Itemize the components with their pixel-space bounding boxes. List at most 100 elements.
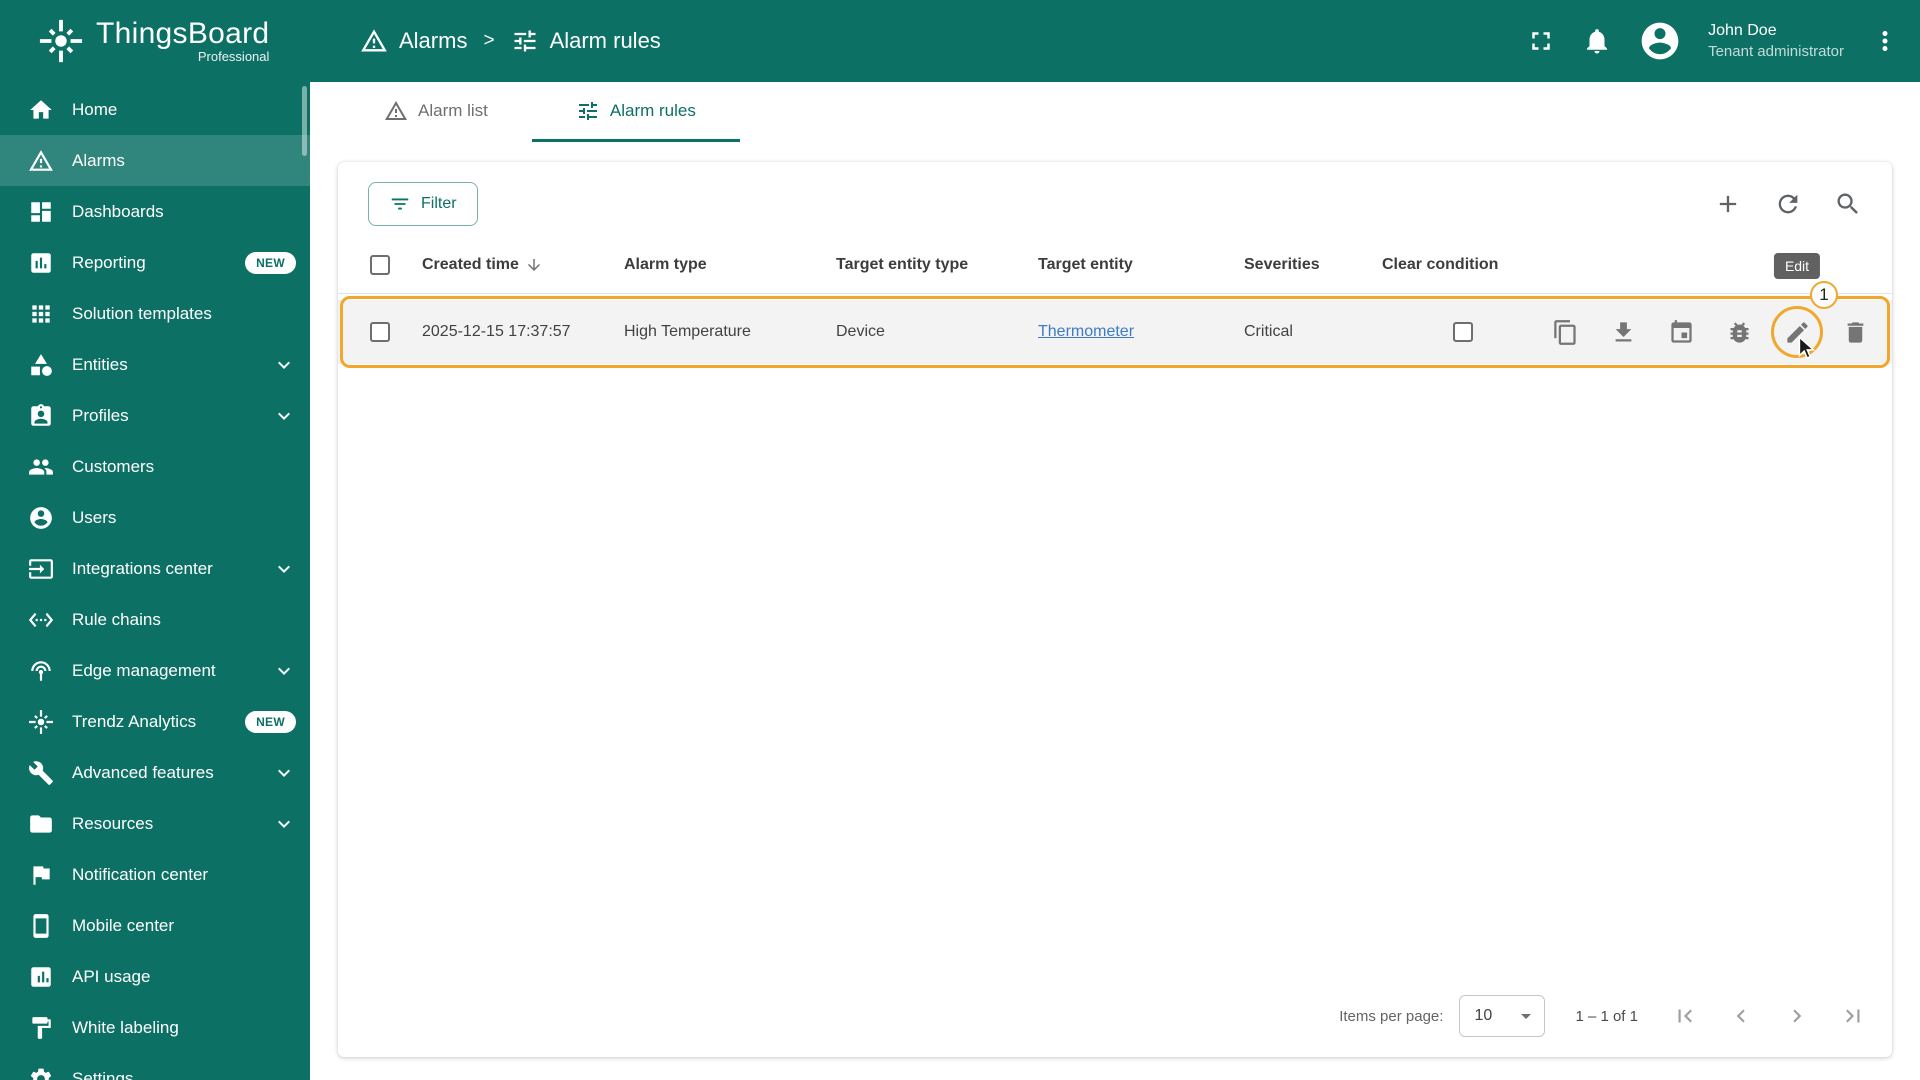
solution-templates-icon — [28, 301, 54, 327]
user-info: John Doe Tenant administrator — [1708, 21, 1844, 61]
breadcrumb-alarms[interactable]: Alarms — [360, 27, 467, 55]
sidebar-item-resources[interactable]: Resources — [0, 798, 310, 849]
next-page-button[interactable] — [1780, 999, 1814, 1033]
add-icon[interactable] — [1714, 190, 1742, 218]
cell-alarm-type: High Temperature — [624, 323, 751, 340]
sidebar-item-api-usage[interactable]: API usage — [0, 951, 310, 1002]
sidebar-scrollbar[interactable] — [302, 86, 307, 156]
filter-button[interactable]: Filter — [368, 182, 478, 226]
tune-icon — [511, 27, 539, 55]
last-page-icon — [1840, 1003, 1866, 1029]
sidebar-item-white-labeling[interactable]: White labeling — [0, 1002, 310, 1053]
logo[interactable]: ThingsBoard Professional — [0, 18, 310, 64]
sidebar-item-edge-management[interactable]: Edge management — [0, 645, 310, 696]
bug-icon — [1726, 319, 1753, 346]
sidebar-item-rule-chains[interactable]: Rule chains — [0, 594, 310, 645]
sidebar-item-users[interactable]: Users — [0, 492, 310, 543]
pagination-range: 1 – 1 of 1 — [1575, 1007, 1638, 1025]
integrations-icon — [28, 556, 54, 582]
header-menu-icon[interactable] — [1870, 26, 1900, 56]
dashboards-icon — [28, 199, 54, 225]
new-badge: NEW — [245, 251, 296, 274]
table-row[interactable]: 2025-12-15 17:37:57 High Temperature Dev… — [338, 253, 1894, 364]
main-content: Alarm list Alarm rules Filter Created ti… — [310, 82, 1920, 1080]
chevron-down-icon — [272, 557, 296, 581]
delete-button[interactable] — [1834, 311, 1876, 353]
column-alarm-type[interactable]: Alarm type — [624, 256, 836, 274]
sidebar-item-home[interactable]: Home — [0, 84, 310, 135]
app-title: ThingsBoard — [96, 17, 270, 51]
sidebar-item-solution-templates[interactable]: Solution templates — [0, 288, 310, 339]
last-page-button[interactable] — [1836, 999, 1870, 1033]
trash-icon — [1842, 319, 1869, 346]
previous-page-button[interactable] — [1724, 999, 1758, 1033]
items-per-page-select[interactable]: 10 — [1459, 995, 1546, 1037]
notifications-bell-icon[interactable] — [1582, 26, 1612, 56]
warning-icon — [360, 27, 388, 55]
select-all-checkbox[interactable] — [370, 254, 390, 275]
sidebar-item-alarms[interactable]: Alarms — [0, 135, 310, 186]
sidebar-item-mobile-center[interactable]: Mobile center — [0, 900, 310, 951]
clear-condition-checkbox[interactable] — [1453, 322, 1473, 342]
cursor-pointer-icon — [1794, 335, 1820, 361]
items-per-page-label: Items per page: — [1339, 1007, 1444, 1025]
fullscreen-icon[interactable] — [1526, 26, 1556, 56]
sidebar-item-customers[interactable]: Customers — [0, 441, 310, 492]
header-actions: John Doe Tenant administrator — [1526, 19, 1920, 63]
edge-management-icon — [28, 658, 54, 684]
copy-button[interactable] — [1544, 311, 1586, 353]
tab-alarm-rules[interactable]: Alarm rules — [531, 82, 740, 142]
warning-icon — [384, 99, 408, 123]
cell-target-entity-type: Device — [836, 323, 885, 340]
refresh-icon[interactable] — [1774, 190, 1802, 218]
sidebar-item-settings[interactable]: Settings — [0, 1053, 310, 1080]
tab-alarm-list[interactable]: Alarm list — [340, 82, 532, 142]
sidebar-item-profiles[interactable]: Profiles — [0, 390, 310, 441]
breadcrumb-alarms-label: Alarms — [399, 28, 468, 53]
calendar-clock-icon — [1668, 319, 1695, 346]
sidebar-item-advanced-features[interactable]: Advanced features — [0, 747, 310, 798]
first-page-button[interactable] — [1668, 999, 1702, 1033]
trendz-icon — [28, 709, 54, 735]
table-row-wrap: 2025-12-15 17:37:57 High Temperature Dev… — [338, 253, 1894, 368]
row-checkbox[interactable] — [370, 322, 390, 342]
api-usage-icon — [28, 964, 54, 990]
rule-chains-icon — [28, 607, 54, 633]
edit-button[interactable]: 1 Edit — [1771, 253, 1838, 359]
alarm-rules-card: Filter Created time Alarm type Target en… — [338, 162, 1892, 1057]
sidebar-item-notification-center[interactable]: Notification center — [0, 849, 310, 900]
user-role: Tenant administrator — [1708, 42, 1844, 60]
column-severities[interactable]: Severities — [1244, 256, 1382, 274]
search-icon[interactable] — [1834, 190, 1862, 218]
column-target-entity[interactable]: Target entity — [1038, 256, 1244, 274]
debug-button[interactable] — [1718, 311, 1760, 353]
reporting-icon — [28, 250, 54, 276]
first-page-icon — [1672, 1003, 1698, 1029]
profiles-icon — [28, 403, 54, 429]
card-toolbar: Filter — [338, 162, 1892, 236]
chevron-left-icon — [1728, 1003, 1754, 1029]
breadcrumb-separator: > — [483, 30, 495, 51]
cell-severities: Critical — [1244, 323, 1293, 340]
mobile-center-icon — [28, 913, 54, 939]
table-toolbar-icons — [1714, 190, 1862, 218]
sidebar-item-trendz-analytics[interactable]: Trendz Analytics NEW — [0, 696, 310, 747]
sidebar: Home Alarms Dashboards Reporting NEW Solu… — [0, 82, 310, 1080]
schedule-button[interactable] — [1660, 311, 1702, 353]
target-entity-link[interactable]: Thermometer — [1038, 323, 1134, 340]
column-created-time[interactable]: Created time — [422, 256, 624, 274]
avatar[interactable] — [1638, 19, 1682, 63]
column-target-entity-type[interactable]: Target entity type — [836, 256, 1038, 274]
chevron-down-icon — [272, 761, 296, 785]
pagination: Items per page: 10 1 – 1 of 1 — [338, 981, 1892, 1051]
sidebar-item-integrations-center[interactable]: Integrations center — [0, 543, 310, 594]
sidebar-item-entities[interactable]: Entities — [0, 339, 310, 390]
home-icon — [28, 97, 54, 123]
sidebar-item-dashboards[interactable]: Dashboards — [0, 186, 310, 237]
breadcrumb-alarm-rules[interactable]: Alarm rules — [511, 27, 661, 55]
export-button[interactable] — [1602, 311, 1644, 353]
sidebar-item-reporting[interactable]: Reporting NEW — [0, 237, 310, 288]
column-clear-condition[interactable]: Clear condition — [1382, 256, 1544, 274]
customers-icon — [28, 454, 54, 480]
row-actions: 1 Edit — [1544, 253, 1894, 359]
